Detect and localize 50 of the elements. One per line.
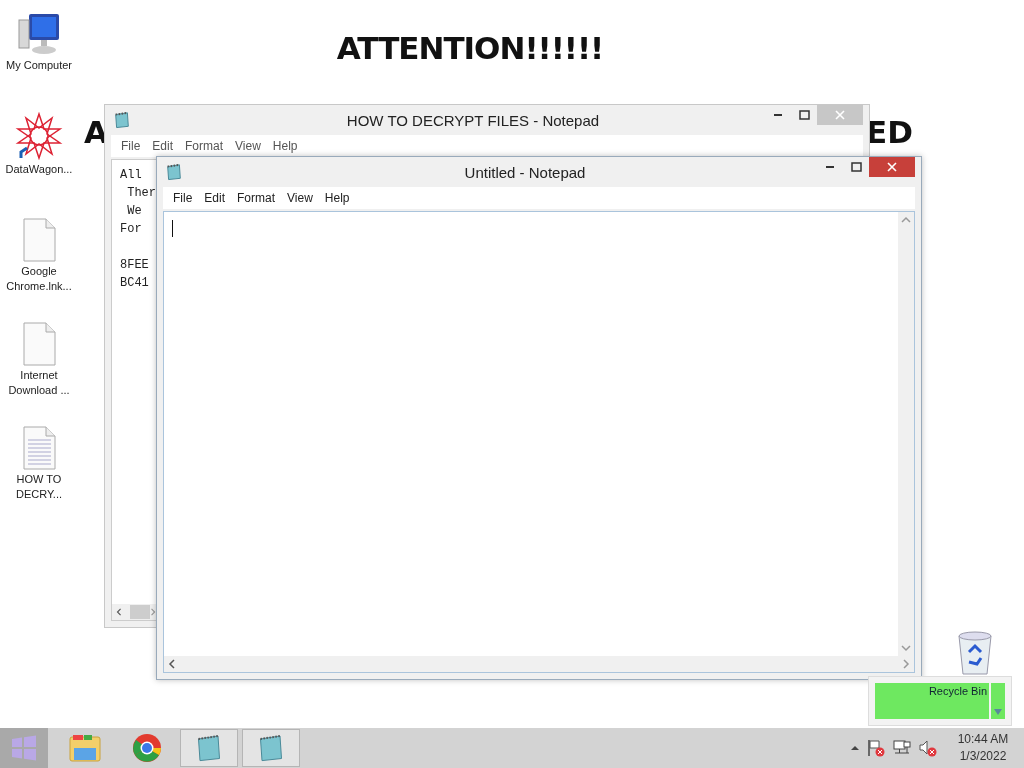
icon-label[interactable]: HOW TO DECRY... xyxy=(0,472,78,502)
star-shortcut-icon xyxy=(15,112,63,160)
taskbar-button[interactable] xyxy=(180,729,238,767)
folder-icon[interactable] xyxy=(69,734,101,762)
text-line: We xyxy=(126,203,142,220)
vertical-scrollbar[interactable] xyxy=(898,212,914,656)
close-icon xyxy=(835,110,845,120)
clock-date[interactable]: 1/3/2022 xyxy=(959,748,1007,765)
scrollbar-thumb[interactable] xyxy=(130,605,150,619)
down-arrow-icon[interactable] xyxy=(993,708,1003,716)
icon-label[interactable]: Internet Download ... xyxy=(0,368,78,398)
code-line: 8FEE xyxy=(120,257,149,274)
icon-label[interactable]: Google Chrome.lnk... xyxy=(0,264,78,294)
notepad-icon xyxy=(113,111,131,129)
wallpaper-text: ED xyxy=(866,114,913,150)
wallpaper-heading: ATTENTION!!!!!! xyxy=(335,30,605,66)
minimize-icon xyxy=(774,114,782,116)
menu-item[interactable]: Edit xyxy=(198,191,232,205)
flag-error-icon[interactable] xyxy=(866,739,886,757)
network-icon[interactable] xyxy=(892,739,912,757)
menu-item[interactable]: Help xyxy=(318,191,356,205)
window-title: Untitled - Notepad xyxy=(463,163,587,181)
text-line: For xyxy=(120,221,142,238)
close-icon xyxy=(887,162,897,172)
icon-label[interactable]: DataWagon... xyxy=(0,162,78,177)
taskbar-button[interactable] xyxy=(242,729,300,767)
notepad-icon xyxy=(165,163,183,181)
maximize-icon xyxy=(798,110,810,120)
text-document-icon xyxy=(21,426,57,470)
menu-item[interactable]: View xyxy=(281,191,319,205)
notification-label: Recycle Bin xyxy=(928,685,987,697)
window-title: HOW TO DECRYPT FILES - Notepad xyxy=(345,111,601,129)
chevron-up-icon[interactable] xyxy=(850,745,860,751)
text-line: Ther xyxy=(126,185,156,202)
notification-scrollbar[interactable] xyxy=(991,683,1005,719)
minimize-icon xyxy=(826,166,834,168)
code-line: BC41 xyxy=(120,275,149,292)
text-line: All xyxy=(120,167,142,184)
horizontal-scrollbar[interactable] xyxy=(164,656,914,672)
icon-label[interactable]: My Computer xyxy=(0,58,78,73)
start-button[interactable] xyxy=(0,728,48,768)
document-icon xyxy=(21,322,57,366)
maximize-icon xyxy=(850,162,862,172)
browser-icon[interactable] xyxy=(132,733,162,763)
speaker-muted-icon[interactable] xyxy=(918,739,938,757)
menu-item[interactable]: Format xyxy=(231,191,282,205)
document-icon xyxy=(21,218,57,262)
menu-item[interactable]: File xyxy=(167,191,199,205)
close-button[interactable] xyxy=(869,157,915,177)
clock-time[interactable]: 10:44 AM xyxy=(957,731,1009,748)
